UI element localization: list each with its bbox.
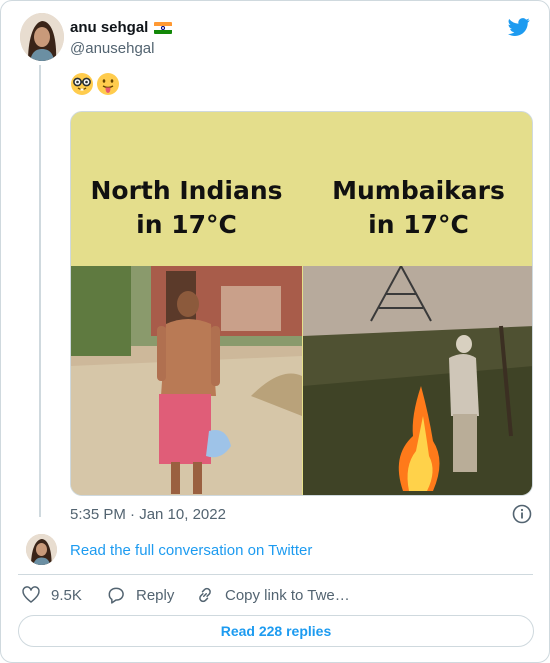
caption-north-indians: North Indians in 17°C <box>90 176 283 239</box>
read-conversation-link[interactable]: Read the full conversation on Twitter <box>70 542 312 559</box>
read-replies-label: Read 228 replies <box>220 623 332 639</box>
tongue-out-emoji <box>97 73 119 95</box>
like-count: 9.5K <box>51 586 82 604</box>
tweet-media-image[interactable]: North Indians in 17°C Mumbaikars in 17°C <box>70 111 533 496</box>
author-name-text[interactable]: anu sehgal <box>70 19 148 36</box>
divider <box>18 574 533 575</box>
nerd-face-emoji <box>71 73 93 95</box>
link-icon <box>199 587 211 603</box>
like-button[interactable]: 9.5K <box>21 585 82 605</box>
author-handle[interactable]: @anusehgal <box>70 40 154 57</box>
reply-label: Reply <box>136 586 175 604</box>
india-flag-icon <box>154 21 173 34</box>
read-replies-button[interactable]: Read 228 replies <box>18 615 534 647</box>
meme-caption-panel: North Indians in 17°C Mumbaikars in 17°C <box>71 112 532 266</box>
tweet-timestamp[interactable]: 5:35 PM · Jan 10, 2022 <box>70 506 226 523</box>
reply-bubble-icon <box>108 587 124 604</box>
meme-photos <box>71 266 532 495</box>
twitter-bird-icon[interactable] <box>507 16 531 38</box>
caption-mumbaikars: Mumbaikars in 17°C <box>332 176 505 239</box>
copy-link-button[interactable]: Copy link to Twe… <box>195 585 350 605</box>
copy-link-label: Copy link to Twe… <box>225 586 350 604</box>
author-avatar[interactable] <box>20 13 64 61</box>
author-avatar-small[interactable] <box>26 534 57 565</box>
reply-button[interactable]: Reply <box>106 585 174 605</box>
author-name[interactable]: anu sehgal <box>70 19 173 36</box>
tweet-card: anu sehgal @anusehgal North Indians in 1… <box>0 0 550 663</box>
heart-icon <box>22 586 40 603</box>
info-icon[interactable] <box>512 504 532 524</box>
tweet-text <box>70 72 120 96</box>
thread-line <box>39 65 41 517</box>
